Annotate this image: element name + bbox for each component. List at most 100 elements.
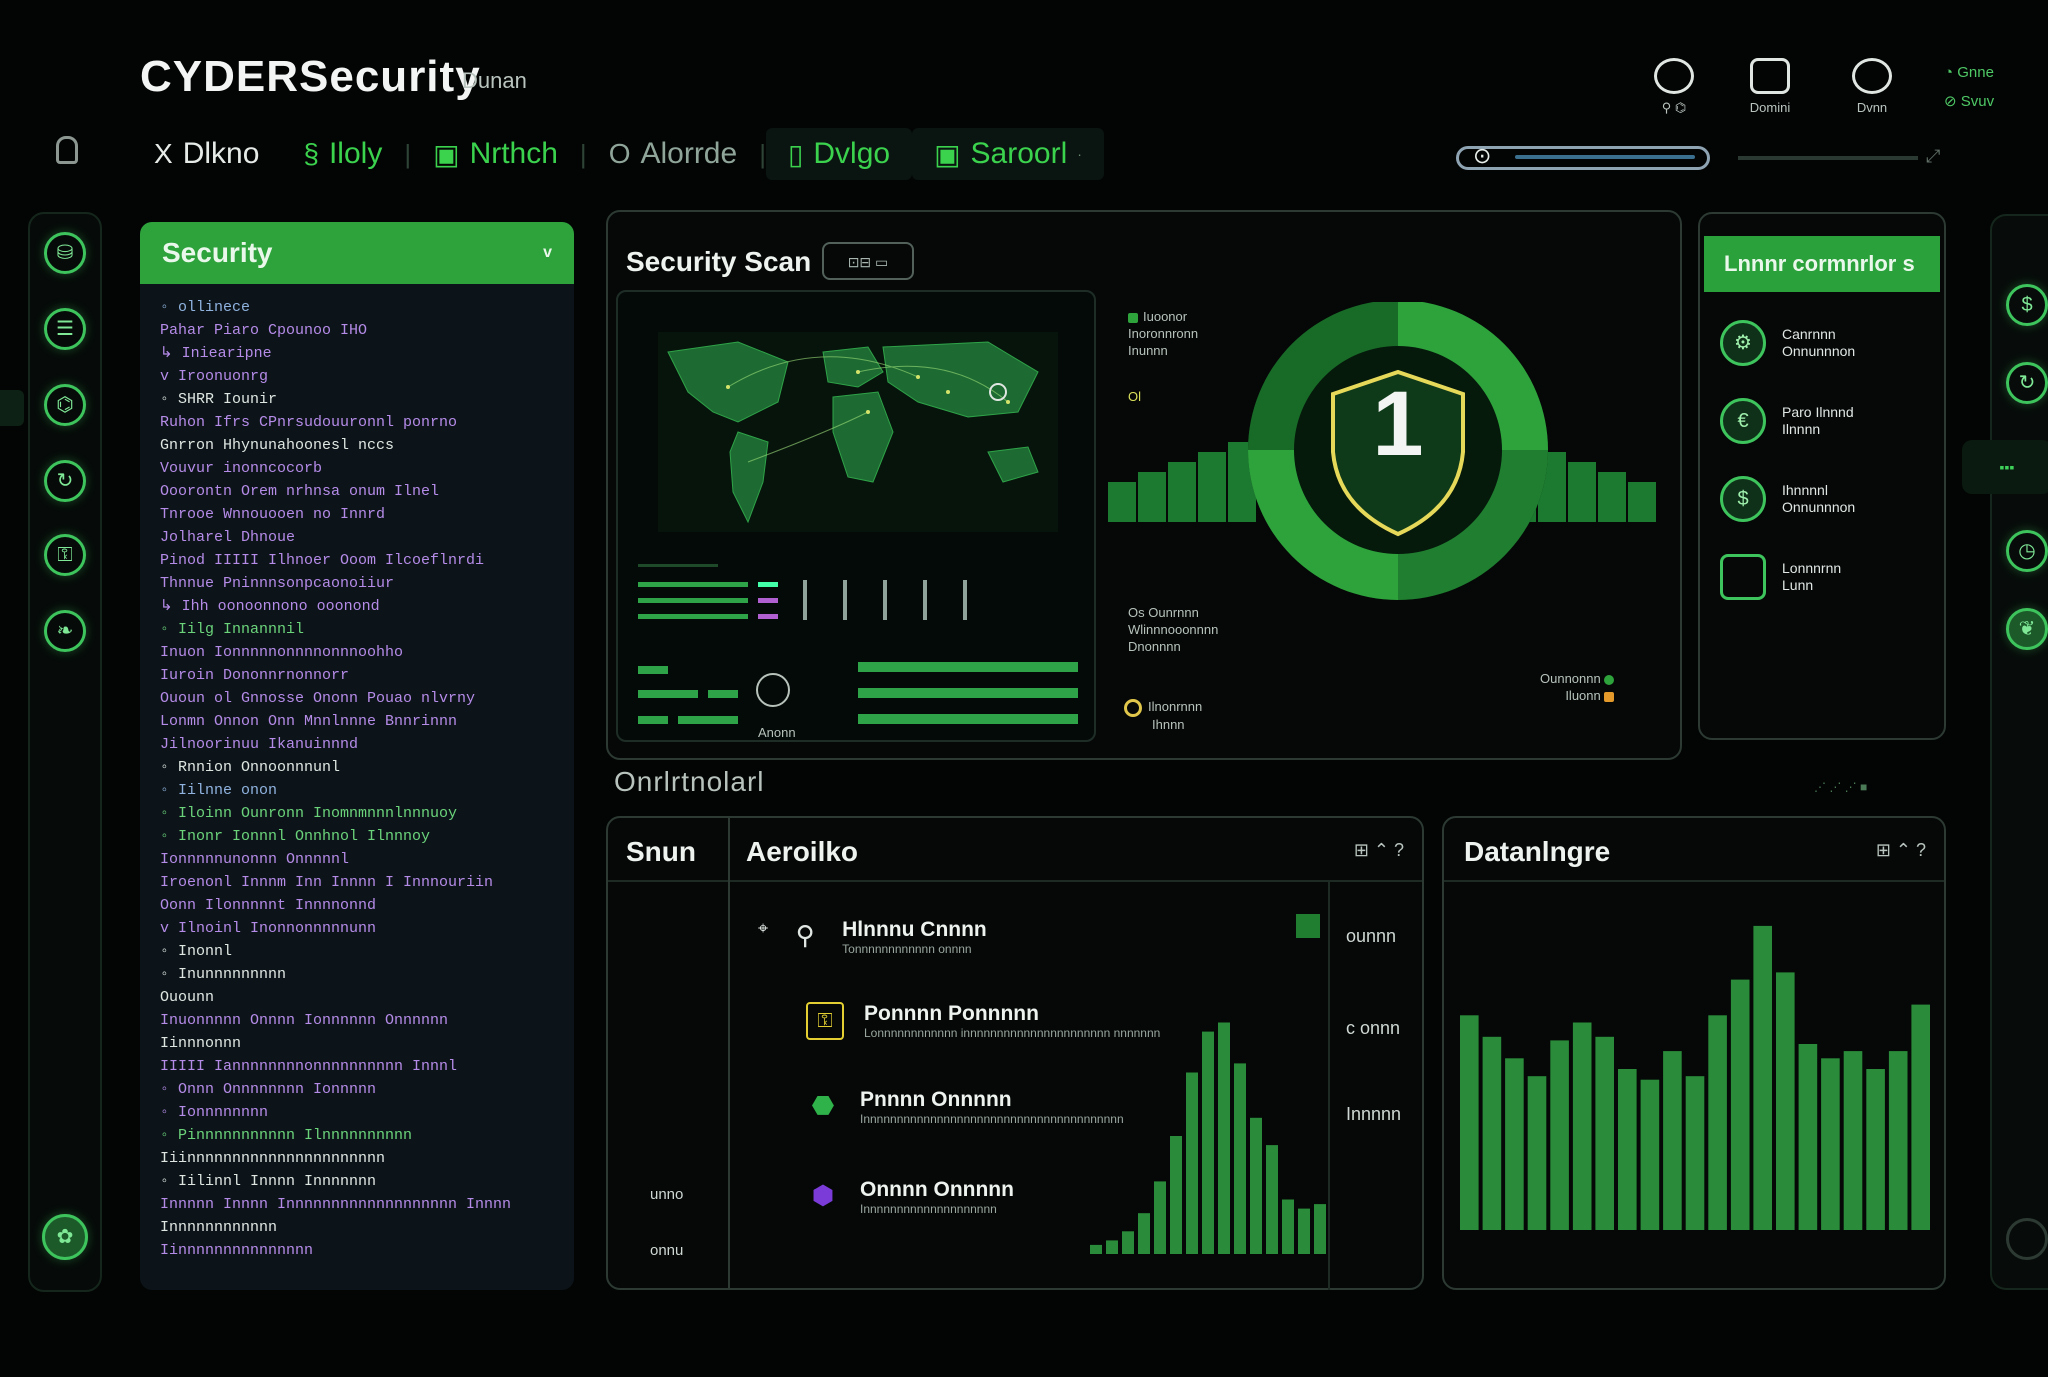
- overview-indicators[interactable]: ⋰ ⋰ ⋰ ■: [1814, 780, 1867, 794]
- clock-icon[interactable]: ◷: [2006, 530, 2048, 572]
- tree-row[interactable]: ◦ Iloinn Ounronn Inomnmnnnlnnnuoy: [160, 802, 554, 825]
- lock-icon[interactable]: ⚿: [44, 534, 86, 576]
- connection-item-3[interactable]: $ Ihnnnnl Onnunnnon: [1720, 472, 1940, 526]
- tree-row[interactable]: ↳ Ihh oonoonnono ooonond: [160, 595, 554, 618]
- chart-bar: [1186, 1072, 1198, 1254]
- tree-row[interactable]: Oonn Ilonnnnnt Innnnonnd: [160, 894, 554, 917]
- activity-right-divider: [1328, 882, 1330, 1290]
- tree-row[interactable]: Iinnnonnn: [160, 1032, 554, 1055]
- annotation-3-line-1: Os Ounrnnn: [1128, 605, 1199, 620]
- right-rail-tab[interactable]: ▪▪▪: [1962, 440, 2048, 494]
- tree-row[interactable]: ◦ Inunnnnnnnnn: [160, 963, 554, 986]
- chart-bar: [1090, 1244, 1102, 1254]
- tree-row[interactable]: ◦ Inonr Ionnnl Onnhnol Ilnnnoy: [160, 825, 554, 848]
- fingerprint-icon[interactable]: ⌬: [44, 384, 86, 426]
- refresh-icon[interactable]: ↻: [44, 460, 86, 502]
- tree-row[interactable]: Gnrron Hhynunahoonesl nccs: [160, 434, 554, 457]
- chart-bar: [1685, 1076, 1705, 1230]
- tree-row[interactable]: Inuon Ionnnnnonnnnonnnoohho: [160, 641, 554, 664]
- nav-item-6[interactable]: ▣ Saroorl ·: [912, 128, 1104, 180]
- nav-item-4[interactable]: O Alorrde: [587, 128, 760, 180]
- tree-row[interactable]: ◦ Rnnion Onnoonnnunl: [160, 756, 554, 779]
- tree-row[interactable]: Iuroin Dononnrnonnorr: [160, 664, 554, 687]
- home-icon[interactable]: [56, 136, 78, 164]
- nav-item-1[interactable]: X Dlkno: [132, 128, 281, 180]
- tree-row[interactable]: Iroenonl Innnm Inn Innnn I Innnouriin: [160, 871, 554, 894]
- nav-separator: |: [759, 138, 766, 169]
- activity-controls[interactable]: ⊞ ⌃ ?: [1354, 840, 1404, 861]
- power-icon[interactable]: [2006, 1218, 2048, 1260]
- connections-header[interactable]: Lnnnr cormnrlor s: [1704, 236, 1940, 292]
- tree-row[interactable]: Iinnnnnnnnnnnnnnn: [160, 1239, 554, 1262]
- tree-row[interactable]: v Iroonuonrg: [160, 365, 554, 388]
- user-button[interactable]: Dvnn: [1832, 58, 1912, 115]
- activity-item-2-desc: Lonnnnnnnnnnnn innnnnnnnnnnnnnnnnnnnnn n…: [864, 1026, 1161, 1040]
- connection-item-4[interactable]: Lonnnrnn Lunn: [1720, 550, 1940, 604]
- tree-row[interactable]: Pahar Piaro Cpounoo IHO: [160, 319, 554, 342]
- tree-row[interactable]: Jolharel Dhnoue: [160, 526, 554, 549]
- datamap-controls[interactable]: ⊞ ⌃ ?: [1876, 840, 1926, 861]
- scan-mode-toggle[interactable]: ⊡⊟ ▭: [822, 242, 914, 280]
- bar-icon: ▯: [787, 138, 804, 170]
- connection-3-line-2: Onnunnnon: [1782, 499, 1856, 515]
- tree-row[interactable]: ◦ Iilnne onon: [160, 779, 554, 802]
- sidebar-collapse-handle[interactable]: [0, 390, 24, 426]
- tree-row[interactable]: Tnrooe Wnnouooen no Innrd: [160, 503, 554, 526]
- tree-row[interactable]: ↳ Iniearipne: [160, 342, 554, 365]
- leaf-icon[interactable]: ❦: [2006, 608, 2048, 650]
- tree-row[interactable]: Innnnnnnnnnnn: [160, 1216, 554, 1239]
- server-icon[interactable]: ☰: [44, 308, 86, 350]
- world-map: [638, 332, 1078, 724]
- annotation-5-line-2: Iluonn: [1565, 688, 1601, 703]
- tree-row[interactable]: Thnnue Pninnnsonpcaonoiiur: [160, 572, 554, 595]
- tree-row[interactable]: ◦ Iilinnl Innnn Innnnnnn: [160, 1170, 554, 1193]
- scan-title: Security Scan: [626, 246, 812, 277]
- tree-row[interactable]: Ouounn: [160, 986, 554, 1009]
- tree-row[interactable]: IIIII Iannnnnnnnonnnnnnnnnn Innnl: [160, 1055, 554, 1078]
- connection-item-2[interactable]: € Paro Ilnnnd Ilnnnn: [1720, 394, 1940, 448]
- tree-row[interactable]: ◦ Onnn Onnnnnnnn Ionnnnn: [160, 1078, 554, 1101]
- chevron-down-icon[interactable]: v: [543, 244, 552, 262]
- tree-row[interactable]: Lonmn Onnon Onn Mnnlnnne Bnnrinnn: [160, 710, 554, 733]
- tree-row[interactable]: Vouvur inonncocorb: [160, 457, 554, 480]
- tree-row[interactable]: Pinod IIIII Ilhnoer Ooom Ilcoeflnrdi: [160, 549, 554, 572]
- activity-item-4[interactable]: ⬢ Onnnn Onnnnn Innnnnnnnnnnnnnnnnnnn: [806, 1178, 1014, 1216]
- security-panel-header[interactable]: Security v: [140, 222, 574, 284]
- nav-item-3[interactable]: ▣ Nrthch: [411, 128, 580, 180]
- tree-row[interactable]: ◦ Inonnl: [160, 940, 554, 963]
- right-sidebar: $ ↻ ▪▪▪ ◷ ❦: [1962, 214, 2048, 1290]
- alerts-button[interactable]: ⚲ ⌬: [1634, 58, 1714, 116]
- tree-row[interactable]: Ionnnnnunonnn Onnnnnl: [160, 848, 554, 871]
- activity-item-3[interactable]: ⬣ Pnnnn Onnnnn Innnnnnnnnnnnnnnnnnnnnnnnn…: [806, 1088, 1160, 1126]
- nav-item-5[interactable]: ▯ Dvlgo: [765, 128, 913, 180]
- tree-row[interactable]: Inuonnnnn Onnnn Ionnnnnn Onnnnnn: [160, 1009, 554, 1032]
- settings-icon[interactable]: ✿: [42, 1214, 88, 1260]
- flag-icon[interactable]: [1296, 914, 1320, 938]
- chat-button[interactable]: Domini: [1730, 58, 1810, 115]
- chart-bar: [1218, 1022, 1230, 1254]
- tree-row[interactable]: ◦ Pinnnnnnnnnnn Ilnnnnnnnnnn: [160, 1124, 554, 1147]
- tree-row[interactable]: Ououn ol Gnnosse Ononn Pouao nlvrny: [160, 687, 554, 710]
- leaf-icon[interactable]: ❧: [44, 610, 86, 652]
- tree-row[interactable]: v Ilnoinl Inonnonnnnnunn: [160, 917, 554, 940]
- tree-row[interactable]: Ruhon Ifrs CPnrsudouuronnl ponrno: [160, 411, 554, 434]
- nav-item-2[interactable]: § Iloly: [281, 128, 404, 180]
- tree-row[interactable]: ◦ SHRR Iounir: [160, 388, 554, 411]
- expand-icon[interactable]: ⤢: [1926, 146, 1940, 167]
- refresh-icon[interactable]: ↻: [2006, 362, 2048, 404]
- tree-row[interactable]: Iiinnnnnnnnnnnnnnnnnnnnnn: [160, 1147, 554, 1170]
- dollar-icon[interactable]: $: [2006, 284, 2048, 326]
- database-icon[interactable]: ⛁: [44, 232, 86, 274]
- tree-row[interactable]: ◦ Ionnnnnnnn: [160, 1101, 554, 1124]
- hexagon-icon: ⬣: [811, 1090, 835, 1120]
- connection-item-1[interactable]: ⚙ Canrnnn Onnunnnon: [1720, 316, 1940, 370]
- activity-item-2[interactable]: ⚿ Ponnnn Ponnnnn Lonnnnnnnnnnnn innnnnnnn…: [806, 1002, 1184, 1040]
- search-slider[interactable]: ⊙: [1456, 143, 1710, 170]
- tree-row[interactable]: ◦ Iilg Innannnil: [160, 618, 554, 641]
- tree-row[interactable]: Innnnn Innnn Innnnnnnnnnnnnnnnnnn Innnn: [160, 1193, 554, 1216]
- chat-icon: [1750, 58, 1790, 94]
- tree-row[interactable]: ◦ ollinece: [160, 296, 554, 319]
- activity-item-1[interactable]: ⌖ ⚲ Hlnnnu Cnnnn Tonnnnnnnnnnnn onnnn: [758, 918, 987, 956]
- tree-row[interactable]: Ooorontn Orem nrhnsa onum Ilnel: [160, 480, 554, 503]
- tree-row[interactable]: Jilnoorinuu Ikanuinnnd: [160, 733, 554, 756]
